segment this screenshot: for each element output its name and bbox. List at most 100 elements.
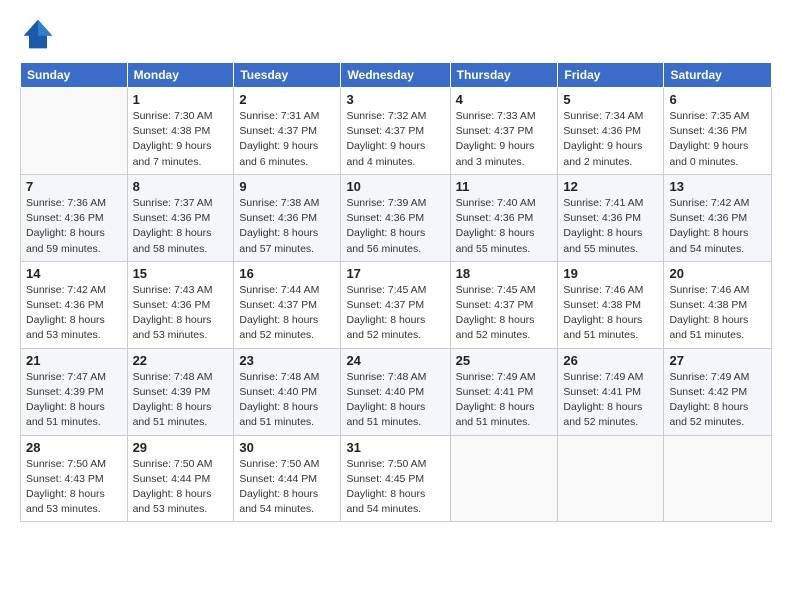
calendar-cell: 5 Sunrise: 7:34 AM Sunset: 4:36 PM Daylig… [558,88,664,175]
day-number: 12 [563,179,658,194]
day-number: 30 [239,440,335,455]
day-number: 18 [456,266,553,281]
calendar-cell: 29 Sunrise: 7:50 AM Sunset: 4:44 PM Dayli… [127,435,234,522]
calendar-cell: 27Sunrise: 7:49 AM Sunset: 4:42 PM Dayli… [664,348,772,435]
calendar-cell: 15 Sunrise: 7:43 AM Sunset: 4:36 PM Dayli… [127,261,234,348]
weekday-header-saturday: Saturday [664,63,772,88]
day-number: 5 [563,92,658,107]
calendar-cell: 2 Sunrise: 7:31 AM Sunset: 4:37 PM Daylig… [234,88,341,175]
day-info: Sunrise: 7:44 AM Sunset: 4:37 PM Dayligh… [239,283,335,344]
day-number: 24 [346,353,444,368]
day-number: 29 [133,440,229,455]
day-info: Sunrise: 7:31 AM Sunset: 4:37 PM Dayligh… [239,109,335,170]
weekday-header-wednesday: Wednesday [341,63,450,88]
calendar-cell: 12 Sunrise: 7:41 AM Sunset: 4:36 PM Dayli… [558,174,664,261]
day-info: Sunrise: 7:43 AM Sunset: 4:36 PM Dayligh… [133,283,229,344]
calendar-cell: 30Sunrise: 7:50 AM Sunset: 4:44 PM Dayli… [234,435,341,522]
day-info: Sunrise: 7:50 AM Sunset: 4:44 PM Dayligh… [133,457,229,518]
day-info: Sunrise: 7:35 AM Sunset: 4:36 PM Dayligh… [669,109,766,170]
day-info: Sunrise: 7:45 AM Sunset: 4:37 PM Dayligh… [456,283,553,344]
day-number: 2 [239,92,335,107]
calendar-cell: 18 Sunrise: 7:45 AM Sunset: 4:37 PM Dayli… [450,261,558,348]
calendar-cell: 22Sunrise: 7:48 AM Sunset: 4:39 PM Dayli… [127,348,234,435]
day-number: 15 [133,266,229,281]
day-info: Sunrise: 7:34 AM Sunset: 4:36 PM Dayligh… [563,109,658,170]
calendar-cell: 16 Sunrise: 7:44 AM Sunset: 4:37 PM Dayli… [234,261,341,348]
calendar-cell: 10 Sunrise: 7:39 AM Sunset: 4:36 PM Dayli… [341,174,450,261]
day-info: Sunrise: 7:48 AM Sunset: 4:40 PM Dayligh… [239,370,335,431]
day-info: Sunrise: 7:42 AM Sunset: 4:36 PM Dayligh… [669,196,766,257]
day-number: 17 [346,266,444,281]
day-info: Sunrise: 7:48 AM Sunset: 4:40 PM Dayligh… [346,370,444,431]
calendar-cell [664,435,772,522]
day-info: Sunrise: 7:41 AM Sunset: 4:36 PM Dayligh… [563,196,658,257]
day-number: 23 [239,353,335,368]
calendar-cell: 31Sunrise: 7:50 AM Sunset: 4:45 PM Dayli… [341,435,450,522]
calendar-header-row: SundayMondayTuesdayWednesdayThursdayFrid… [21,63,772,88]
calendar-cell: 28 Sunrise: 7:50 AM Sunset: 4:43 PM Dayli… [21,435,128,522]
day-number: 10 [346,179,444,194]
day-number: 16 [239,266,335,281]
day-number: 21 [26,353,122,368]
day-info: Sunrise: 7:49 AM Sunset: 4:42 PM Dayligh… [669,370,766,431]
calendar-week-row: 14 Sunrise: 7:42 AM Sunset: 4:36 PM Dayli… [21,261,772,348]
day-number: 14 [26,266,122,281]
calendar-cell: 20 Sunrise: 7:46 AM Sunset: 4:38 PM Dayli… [664,261,772,348]
day-number: 25 [456,353,553,368]
weekday-header-friday: Friday [558,63,664,88]
calendar-cell: 17 Sunrise: 7:45 AM Sunset: 4:37 PM Dayli… [341,261,450,348]
calendar-cell: 3 Sunrise: 7:32 AM Sunset: 4:37 PM Daylig… [341,88,450,175]
day-number: 19 [563,266,658,281]
calendar-cell: 24 Sunrise: 7:48 AM Sunset: 4:40 PM Dayli… [341,348,450,435]
calendar-cell [450,435,558,522]
calendar-cell: 6 Sunrise: 7:35 AM Sunset: 4:36 PM Daylig… [664,88,772,175]
day-number: 13 [669,179,766,194]
day-info: Sunrise: 7:47 AM Sunset: 4:39 PM Dayligh… [26,370,122,431]
calendar-cell: 9 Sunrise: 7:38 AM Sunset: 4:36 PM Daylig… [234,174,341,261]
day-info: Sunrise: 7:36 AM Sunset: 4:36 PM Dayligh… [26,196,122,257]
day-number: 22 [133,353,229,368]
weekday-header-sunday: Sunday [21,63,128,88]
calendar-cell [21,88,128,175]
day-info: Sunrise: 7:49 AM Sunset: 4:41 PM Dayligh… [456,370,553,431]
day-info: Sunrise: 7:46 AM Sunset: 4:38 PM Dayligh… [563,283,658,344]
day-info: Sunrise: 7:46 AM Sunset: 4:38 PM Dayligh… [669,283,766,344]
calendar-cell: 25 Sunrise: 7:49 AM Sunset: 4:41 PM Dayli… [450,348,558,435]
day-info: Sunrise: 7:42 AM Sunset: 4:36 PM Dayligh… [26,283,122,344]
calendar-cell: 7 Sunrise: 7:36 AM Sunset: 4:36 PM Daylig… [21,174,128,261]
calendar-cell: 21 Sunrise: 7:47 AM Sunset: 4:39 PM Dayli… [21,348,128,435]
day-number: 26 [563,353,658,368]
day-number: 20 [669,266,766,281]
day-number: 7 [26,179,122,194]
calendar-table: SundayMondayTuesdayWednesdayThursdayFrid… [20,62,772,522]
calendar-week-row: 28 Sunrise: 7:50 AM Sunset: 4:43 PM Dayli… [21,435,772,522]
calendar-cell: 1 Sunrise: 7:30 AM Sunset: 4:38 PM Daylig… [127,88,234,175]
weekday-header-thursday: Thursday [450,63,558,88]
day-info: Sunrise: 7:37 AM Sunset: 4:36 PM Dayligh… [133,196,229,257]
day-info: Sunrise: 7:30 AM Sunset: 4:38 PM Dayligh… [133,109,229,170]
day-info: Sunrise: 7:45 AM Sunset: 4:37 PM Dayligh… [346,283,444,344]
calendar-cell: 13 Sunrise: 7:42 AM Sunset: 4:36 PM Dayli… [664,174,772,261]
calendar-cell: 23 Sunrise: 7:48 AM Sunset: 4:40 PM Dayli… [234,348,341,435]
day-number: 1 [133,92,229,107]
page: SundayMondayTuesdayWednesdayThursdayFrid… [0,0,792,612]
day-info: Sunrise: 7:33 AM Sunset: 4:37 PM Dayligh… [456,109,553,170]
day-info: Sunrise: 7:50 AM Sunset: 4:45 PM Dayligh… [346,457,444,518]
day-info: Sunrise: 7:32 AM Sunset: 4:37 PM Dayligh… [346,109,444,170]
calendar-week-row: 1 Sunrise: 7:30 AM Sunset: 4:38 PM Daylig… [21,88,772,175]
day-info: Sunrise: 7:50 AM Sunset: 4:43 PM Dayligh… [26,457,122,518]
calendar-cell: 4Sunrise: 7:33 AM Sunset: 4:37 PM Daylig… [450,88,558,175]
weekday-header-tuesday: Tuesday [234,63,341,88]
calendar-cell: 26 Sunrise: 7:49 AM Sunset: 4:41 PM Dayli… [558,348,664,435]
day-info: Sunrise: 7:39 AM Sunset: 4:36 PM Dayligh… [346,196,444,257]
day-number: 11 [456,179,553,194]
day-number: 28 [26,440,122,455]
day-info: Sunrise: 7:49 AM Sunset: 4:41 PM Dayligh… [563,370,658,431]
day-info: Sunrise: 7:38 AM Sunset: 4:36 PM Dayligh… [239,196,335,257]
calendar-cell: 11Sunrise: 7:40 AM Sunset: 4:36 PM Dayli… [450,174,558,261]
day-number: 9 [239,179,335,194]
day-number: 6 [669,92,766,107]
logo [20,16,60,52]
day-number: 3 [346,92,444,107]
calendar-cell: 14 Sunrise: 7:42 AM Sunset: 4:36 PM Dayli… [21,261,128,348]
